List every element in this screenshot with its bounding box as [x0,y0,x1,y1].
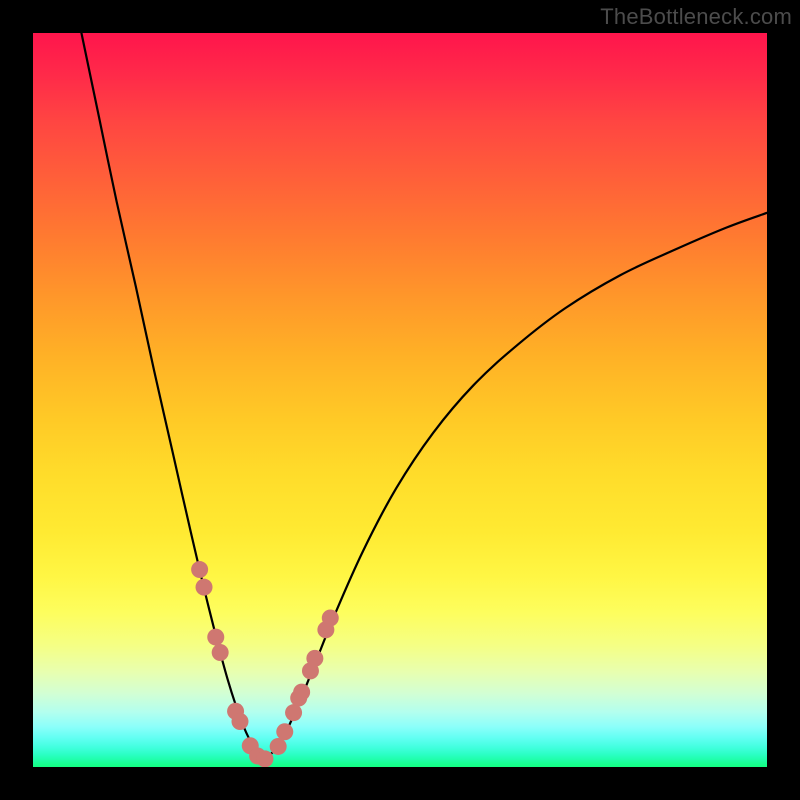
data-dot [270,738,287,755]
data-dot [276,723,293,740]
curve-layer [33,33,767,767]
data-dot [231,713,248,730]
data-dot [256,750,273,767]
data-dot [306,650,323,667]
bottleneck-curve-left [81,33,264,760]
data-dots [191,561,339,767]
data-dot [285,704,302,721]
data-dot [191,561,208,578]
chart-frame: TheBottleneck.com [0,0,800,800]
plot-area [33,33,767,767]
bottleneck-curve-right [264,213,767,760]
data-dot [212,644,229,661]
watermark-label: TheBottleneck.com [600,4,792,30]
data-dot [207,629,224,646]
data-dot [196,579,213,596]
data-dot [322,610,339,627]
data-dot [293,684,310,701]
